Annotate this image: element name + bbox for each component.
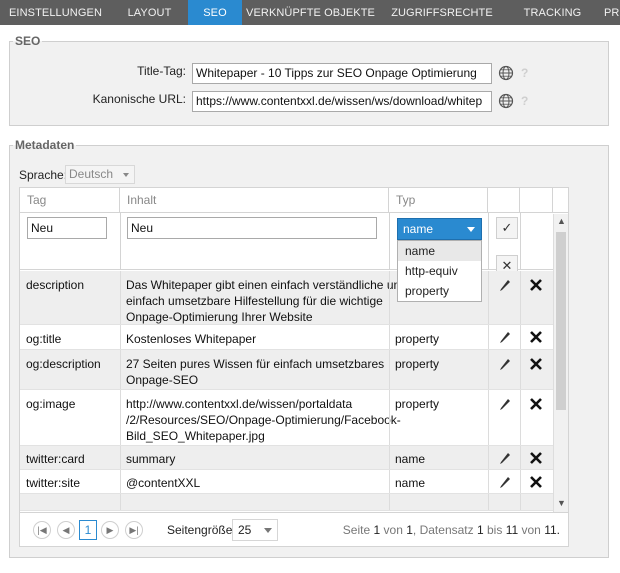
- delete-icon[interactable]: [529, 278, 543, 292]
- tab-more[interactable]: PRO: [600, 0, 620, 25]
- tab-bar: EINSTELLUNGEN LAYOUT SEO VERKNÜPFTE OBJE…: [0, 0, 620, 25]
- column-header-content[interactable]: Inhalt: [120, 188, 389, 213]
- table-row: [20, 494, 553, 511]
- help-icon[interactable]: ?: [521, 66, 528, 80]
- tab-seo[interactable]: SEO: [188, 0, 242, 25]
- row-type: property: [395, 357, 440, 371]
- next-page-button[interactable]: ▶: [101, 521, 119, 539]
- chevron-down-icon: [264, 528, 272, 533]
- type-option-name[interactable]: name: [398, 241, 481, 261]
- prev-page-button[interactable]: ◀: [57, 521, 75, 539]
- row-tag: twitter:card: [26, 452, 85, 466]
- type-option-property[interactable]: property: [398, 281, 481, 301]
- title-tag-input[interactable]: Whitepaper - 10 Tipps zur SEO Onpage Opt…: [192, 63, 492, 84]
- tab-tracking[interactable]: TRACKING: [505, 0, 600, 25]
- type-dropdown-menu: name http-equiv property: [397, 240, 482, 302]
- column-header-delete: [520, 188, 553, 213]
- metadata-grid: Tag Inhalt Typ Neu Neu name name http-eq…: [19, 187, 569, 547]
- current-page[interactable]: 1: [79, 520, 97, 540]
- page-size-select[interactable]: 25: [232, 519, 278, 541]
- vertical-scrollbar[interactable]: ▲ ▼: [553, 214, 568, 512]
- confirm-button[interactable]: ✓: [496, 217, 518, 239]
- type-select[interactable]: name: [397, 218, 482, 240]
- row-type: property: [395, 397, 440, 411]
- tab-einstellungen[interactable]: EINSTELLUNGEN: [0, 0, 111, 25]
- language-label: Sprache:: [19, 168, 68, 182]
- seo-legend: SEO: [15, 34, 41, 48]
- edit-icon[interactable]: [498, 475, 512, 489]
- row-tag: og:description: [26, 357, 101, 371]
- row-tag: og:title: [26, 332, 62, 346]
- row-type: name: [395, 452, 426, 466]
- row-content: Das Whitepaper gibt einen einfach verstä…: [126, 278, 407, 324]
- edit-icon[interactable]: [498, 278, 512, 292]
- row-tag: description: [26, 278, 85, 292]
- scroll-up-icon[interactable]: ▲: [557, 216, 566, 226]
- table-row[interactable]: og:description 27 Seiten pures Wissen fü…: [20, 350, 553, 390]
- page-size-label: Seitengröße:: [167, 523, 236, 537]
- content-input[interactable]: Neu: [127, 217, 377, 239]
- row-content: @contentXXL: [126, 476, 201, 490]
- row-content: summary: [126, 452, 176, 466]
- edit-icon[interactable]: [498, 357, 512, 371]
- delete-icon[interactable]: [529, 451, 543, 465]
- row-tag: og:image: [26, 397, 76, 411]
- delete-icon[interactable]: [529, 475, 543, 489]
- delete-icon[interactable]: [529, 357, 543, 371]
- column-header-tag[interactable]: Tag: [20, 188, 120, 213]
- table-row[interactable]: og:image http://www.contentxxl.de/wissen…: [20, 390, 553, 446]
- first-page-button[interactable]: |◀: [33, 521, 51, 539]
- title-tag-label: Title-Tag:: [137, 64, 186, 78]
- language-value: Deutsch: [69, 167, 114, 181]
- canonical-url-input[interactable]: https://www.contentxxl.de/wissen/ws/down…: [192, 91, 492, 112]
- page-size-value: 25: [238, 523, 252, 537]
- metadata-legend: Metadaten: [15, 138, 75, 152]
- language-dropdown[interactable]: Deutsch: [65, 165, 135, 184]
- row-tag: twitter:site: [26, 476, 81, 490]
- check-icon: ✓: [501, 220, 513, 235]
- tab-verknuepfte-objekte[interactable]: VERKNÜPFTE OBJEKTE: [242, 0, 379, 25]
- chevron-down-icon: [123, 173, 129, 177]
- table-row[interactable]: twitter:card summary name: [20, 446, 553, 470]
- last-page-button[interactable]: ▶|: [125, 521, 143, 539]
- edit-icon[interactable]: [498, 397, 512, 411]
- type-option-http-equiv[interactable]: http-equiv: [398, 261, 481, 281]
- globe-icon[interactable]: [498, 93, 514, 109]
- delete-icon[interactable]: [529, 397, 543, 411]
- record-info: Seite 1 von 1, Datensatz 1 bis 11 von 11…: [342, 523, 560, 537]
- scroll-down-icon[interactable]: ▼: [557, 498, 566, 508]
- help-icon[interactable]: ?: [521, 94, 528, 108]
- chevron-down-icon: [467, 227, 475, 232]
- type-select-value: name: [403, 222, 434, 236]
- tag-input[interactable]: Neu: [27, 217, 107, 239]
- row-content: http://www.contentxxl.de/wissen/portalda…: [126, 397, 401, 443]
- row-type: property: [395, 332, 440, 346]
- table-row[interactable]: og:title Kostenloses Whitepaper property: [20, 325, 553, 350]
- row-content: Kostenloses Whitepaper: [126, 332, 257, 346]
- canonical-url-label: Kanonische URL:: [92, 92, 186, 106]
- scrollbar-thumb[interactable]: [556, 232, 566, 410]
- row-type: name: [395, 476, 426, 490]
- pager: |◀ ◀ 1 ▶ ▶| Seitengröße: 25 Seite 1 von …: [20, 512, 568, 546]
- grid-header: Tag Inhalt Typ: [20, 188, 568, 213]
- edit-icon[interactable]: [498, 451, 512, 465]
- row-content: 27 Seiten pures Wissen für einfach umset…: [126, 357, 385, 387]
- delete-icon[interactable]: [529, 330, 543, 344]
- tab-zugriffsrechte[interactable]: ZUGRIFFSRECHTE: [379, 0, 505, 25]
- table-row[interactable]: twitter:site @contentXXL name: [20, 470, 553, 494]
- column-header-edit: [488, 188, 520, 213]
- column-header-type[interactable]: Typ: [389, 188, 488, 213]
- globe-icon[interactable]: [498, 65, 514, 81]
- tab-layout[interactable]: LAYOUT: [111, 0, 188, 25]
- edit-icon[interactable]: [498, 330, 512, 344]
